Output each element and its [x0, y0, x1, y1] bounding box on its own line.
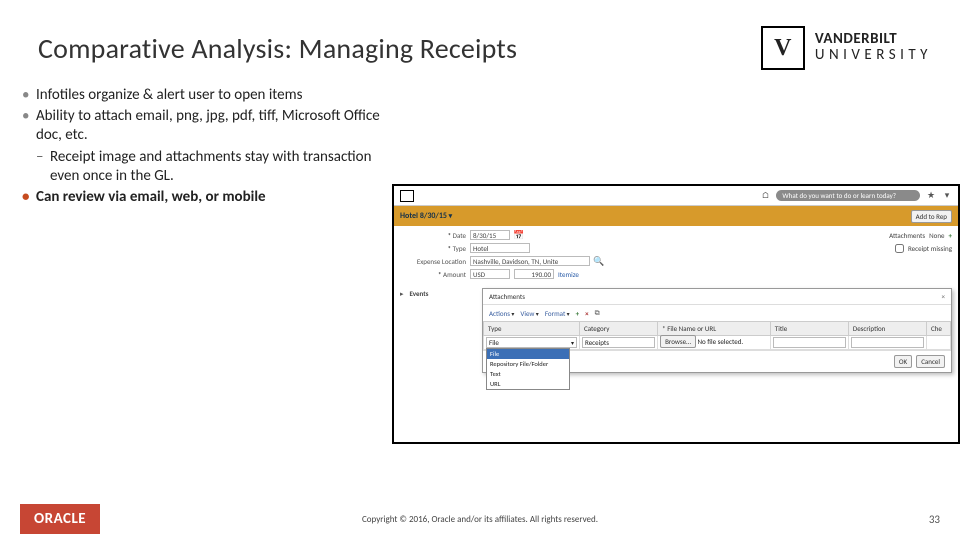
star-icon[interactable]: ★: [926, 191, 936, 201]
bullet-list: Infotiles organize & alert user to open …: [22, 86, 392, 444]
add-row-icon[interactable]: +: [576, 309, 580, 318]
events-section[interactable]: Events: [410, 289, 429, 298]
col-category: Category: [580, 322, 658, 336]
itemize-link[interactable]: Itemize: [558, 270, 579, 279]
slide-header: Comparative Analysis: Managing Receipts …: [0, 0, 960, 76]
date-label: Date: [453, 231, 466, 240]
add-to-report-button[interactable]: Add to Rep: [911, 210, 952, 223]
col-title: Title: [770, 322, 848, 336]
location-field[interactable]: Nashville, Davidson, TN, Unite: [470, 256, 590, 266]
format-menu[interactable]: Format: [545, 309, 570, 318]
amount-field[interactable]: 190.00: [514, 269, 554, 279]
col-file: * File Name or URL: [658, 322, 771, 336]
type-option-text[interactable]: Text: [487, 369, 569, 379]
bullet-2-sub: Receipt image and attachments stay with …: [22, 148, 392, 186]
detach-icon[interactable]: ⧉: [595, 308, 600, 318]
col-type: Type: [484, 322, 580, 336]
vu-mini-logo-icon: [400, 190, 414, 202]
slide-title: Comparative Analysis: Managing Receipts: [38, 31, 517, 66]
file-status: No file selected.: [698, 337, 744, 346]
search-icon[interactable]: 🔍: [594, 256, 604, 266]
modal-title: Attachments: [489, 292, 525, 301]
collapse-icon[interactable]: ▸: [400, 289, 404, 298]
location-label: Expense Location: [400, 257, 466, 266]
calendar-icon[interactable]: 📅: [514, 230, 524, 240]
app-topbar: ⌂ What do you want to do or learn today?…: [394, 186, 958, 206]
dropdown-icon[interactable]: ▾: [942, 191, 952, 201]
type-select-dropdown: File Repository File/Folder Text URL: [486, 348, 570, 390]
page-number: 33: [929, 513, 940, 526]
date-field[interactable]: 8/30/15: [470, 230, 510, 240]
oracle-logo: ORACLE: [20, 504, 100, 534]
vanderbilt-mark-icon: V: [761, 26, 805, 70]
delete-row-icon[interactable]: ×: [585, 309, 589, 318]
vanderbilt-logo: V VANDERBILT UNIVERSITY: [761, 26, 932, 70]
type-select[interactable]: File▾: [486, 337, 577, 348]
attachments-label: Attachments: [889, 231, 925, 240]
type-field[interactable]: Hotel: [470, 243, 530, 253]
receipt-missing-checkbox[interactable]: [895, 244, 904, 253]
page-title-bar: Hotel 8/30/15 Add to Rep: [394, 206, 958, 226]
receipt-missing-label: Receipt missing: [908, 244, 952, 253]
view-menu[interactable]: View: [520, 309, 538, 318]
embedded-screenshot: ⌂ What do you want to do or learn today?…: [392, 184, 960, 444]
table-row: File▾ File Repository File/Folder Text U…: [484, 336, 951, 350]
ok-button[interactable]: OK: [894, 355, 912, 368]
attachments-modal: Attachments × Actions View Format + × ⧉ …: [482, 288, 952, 373]
slide-footer: ORACLE Copyright © 2016, Oracle and/or i…: [0, 498, 960, 540]
bullet-3: Can review via email, web, or mobile: [22, 188, 392, 207]
currency-field[interactable]: USD: [470, 269, 510, 279]
attachments-table: Type Category * File Name or URL Title D…: [483, 321, 951, 350]
close-icon[interactable]: ×: [942, 292, 946, 301]
modal-toolbar: Actions View Format + × ⧉: [483, 305, 951, 321]
col-desc: Description: [848, 322, 926, 336]
attachments-value: None: [929, 231, 944, 240]
cancel-button[interactable]: Cancel: [916, 355, 945, 368]
expense-title[interactable]: Hotel 8/30/15: [400, 211, 452, 221]
attach-add-icon[interactable]: +: [949, 231, 953, 240]
title-field[interactable]: [773, 337, 846, 348]
description-field[interactable]: [851, 337, 924, 348]
type-option-repo[interactable]: Repository File/Folder: [487, 359, 569, 369]
search-input[interactable]: What do you want to do or learn today?: [776, 190, 920, 201]
home-icon[interactable]: ⌂: [760, 191, 770, 201]
type-label: Type: [453, 244, 466, 253]
col-checked: Che: [927, 322, 951, 336]
logo-line2: UNIVERSITY: [815, 48, 932, 64]
bullet-1: Infotiles organize & alert user to open …: [22, 86, 392, 105]
category-field[interactable]: Receipts: [582, 337, 655, 348]
amount-label: Amount: [443, 270, 466, 279]
copyright-text: Copyright © 2016, Oracle and/or its affi…: [362, 514, 598, 525]
bullet-2: Ability to attach email, png, jpg, pdf, …: [22, 107, 392, 145]
type-option-file[interactable]: File: [487, 349, 569, 359]
actions-menu[interactable]: Actions: [489, 309, 514, 318]
type-option-url[interactable]: URL: [487, 379, 569, 389]
browse-button[interactable]: Browse…: [660, 335, 696, 348]
